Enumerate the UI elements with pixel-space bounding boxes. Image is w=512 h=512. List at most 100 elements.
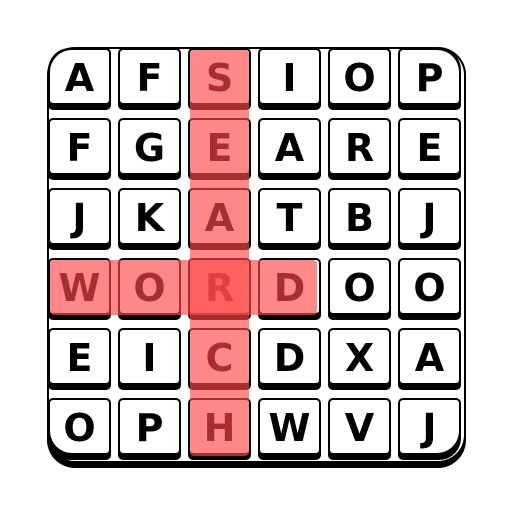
letter-tile-r5-c5[interactable]: J — [398, 398, 461, 460]
tile-letter: E — [206, 126, 233, 170]
tile-letter: O — [63, 406, 96, 450]
letter-tile-r2-c1[interactable]: K — [118, 188, 181, 250]
tile-face: S — [190, 50, 249, 103]
letter-tile-r1-c0[interactable]: F — [48, 118, 111, 180]
tile-letter: I — [282, 56, 297, 100]
tile-letter: A — [274, 126, 305, 170]
tile-letter: J — [422, 196, 437, 240]
letter-tile-r2-c3[interactable]: T — [258, 188, 321, 250]
tile-face: O — [50, 400, 109, 453]
letter-tile-r0-c3[interactable]: I — [258, 48, 321, 110]
tile-letter: P — [415, 56, 444, 100]
tile-face: O — [120, 260, 179, 313]
tile-letter: V — [344, 406, 375, 450]
tile-face: A — [400, 330, 459, 383]
letter-tile-r0-c4[interactable]: O — [328, 48, 391, 110]
letter-tile-r1-c4[interactable]: R — [328, 118, 391, 180]
tile-letter: A — [204, 196, 235, 240]
tile-letter: R — [344, 126, 375, 170]
letter-tile-r1-c2[interactable]: E — [188, 118, 251, 180]
letter-tile-r2-c2[interactable]: A — [188, 188, 251, 250]
letter-tile-r5-c2[interactable]: H — [188, 398, 251, 460]
tile-face: P — [120, 400, 179, 453]
tile-letter: X — [344, 336, 375, 380]
letter-tile-r4-c4[interactable]: X — [328, 328, 391, 390]
tile-face: T — [260, 190, 319, 243]
tile-face: J — [400, 400, 459, 453]
letter-tile-r2-c0[interactable]: J — [48, 188, 111, 250]
tile-letter: S — [205, 56, 234, 100]
tile-letter: O — [413, 266, 446, 310]
letter-tile-r4-c5[interactable]: A — [398, 328, 461, 390]
tile-letter: E — [66, 336, 93, 380]
tile-face: O — [330, 50, 389, 103]
tile-letter: O — [343, 266, 376, 310]
tile-letter: G — [133, 126, 166, 170]
tile-face: O — [330, 260, 389, 313]
tile-letter: A — [64, 56, 95, 100]
tile-letter: K — [134, 196, 165, 240]
tile-letter: J — [72, 196, 87, 240]
letter-tile-r0-c5[interactable]: P — [398, 48, 461, 110]
tile-face: J — [50, 190, 109, 243]
tile-letter: F — [136, 56, 163, 100]
tile-face: W — [50, 260, 109, 313]
tile-letter: B — [345, 196, 374, 240]
tile-letter: W — [58, 266, 101, 310]
tile-letter: R — [204, 266, 235, 310]
letter-tile-r3-c1[interactable]: O — [118, 258, 181, 320]
tile-face: C — [190, 330, 249, 383]
tile-face: H — [190, 400, 249, 453]
tile-letter: D — [273, 336, 306, 380]
letter-tile-r4-c1[interactable]: I — [118, 328, 181, 390]
tile-letter: F — [66, 126, 93, 170]
tile-face: W — [260, 400, 319, 453]
letter-tile-r3-c3[interactable]: D — [258, 258, 321, 320]
tile-letter: I — [142, 336, 157, 380]
tile-letter: A — [414, 336, 445, 380]
letter-tile-r2-c4[interactable]: B — [328, 188, 391, 250]
tile-face: P — [400, 50, 459, 103]
tile-letter: J — [422, 406, 437, 450]
letter-tile-r0-c1[interactable]: F — [118, 48, 181, 110]
tile-face: D — [260, 260, 319, 313]
letter-tile-r1-c3[interactable]: A — [258, 118, 321, 180]
letter-tile-r3-c5[interactable]: O — [398, 258, 461, 320]
tile-face: A — [260, 120, 319, 173]
letter-tile-r5-c4[interactable]: V — [328, 398, 391, 460]
tile-face: E — [400, 120, 459, 173]
tile-face: J — [400, 190, 459, 243]
letter-tile-r3-c2[interactable]: R — [188, 258, 251, 320]
tile-letter: P — [135, 406, 164, 450]
letter-tile-r1-c5[interactable]: E — [398, 118, 461, 180]
tile-letter: C — [205, 336, 234, 380]
tile-face: O — [400, 260, 459, 313]
tile-letter: O — [343, 56, 376, 100]
tile-face: A — [50, 50, 109, 103]
tile-face: A — [190, 190, 249, 243]
tile-face: D — [260, 330, 319, 383]
tile-letter: E — [416, 126, 443, 170]
letter-tile-r4-c3[interactable]: D — [258, 328, 321, 390]
letter-tile-r4-c0[interactable]: E — [48, 328, 111, 390]
tile-face: X — [330, 330, 389, 383]
letter-tile-r5-c3[interactable]: W — [258, 398, 321, 460]
letter-tile-r0-c0[interactable]: A — [48, 48, 111, 110]
tile-face: V — [330, 400, 389, 453]
tile-face: R — [190, 260, 249, 313]
letter-tile-r3-c0[interactable]: W — [48, 258, 111, 320]
letter-tile-r4-c2[interactable]: C — [188, 328, 251, 390]
letter-tile-r0-c2[interactable]: S — [188, 48, 251, 110]
tile-face: R — [330, 120, 389, 173]
letter-tile-r1-c1[interactable]: G — [118, 118, 181, 180]
tile-face: I — [260, 50, 319, 103]
letter-tile-r3-c4[interactable]: O — [328, 258, 391, 320]
tile-face: G — [120, 120, 179, 173]
letter-tile-r5-c0[interactable]: O — [48, 398, 111, 460]
tile-letter: H — [203, 406, 236, 450]
letter-tile-r2-c5[interactable]: J — [398, 188, 461, 250]
tile-letter: W — [268, 406, 311, 450]
letter-tile-r5-c1[interactable]: P — [118, 398, 181, 460]
tile-face: E — [190, 120, 249, 173]
tile-face: I — [120, 330, 179, 383]
